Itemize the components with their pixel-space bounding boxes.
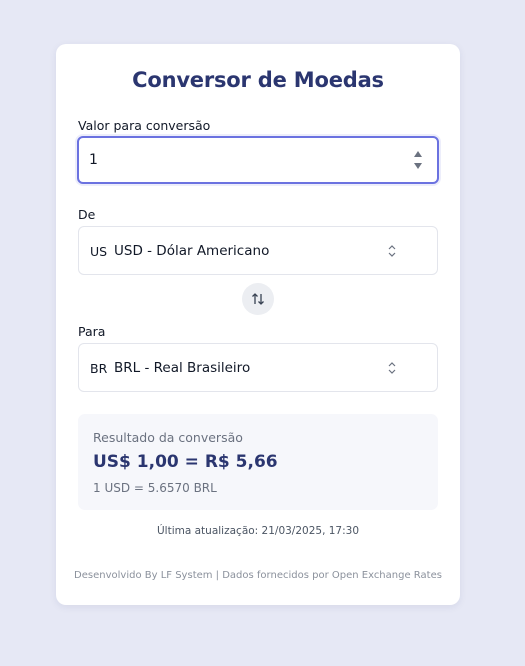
exchange-rate: 1 USD = 5.6570 BRL (93, 481, 217, 495)
to-currency-select[interactable]: BR BRL - Real Brasileiro (78, 343, 438, 392)
last-updated: Última atualização: 21/03/2025, 17:30 (156, 525, 360, 537)
number-spinner-icon[interactable] (413, 149, 425, 171)
amount-field[interactable] (77, 136, 439, 184)
to-currency-value: BRL - Real Brasileiro (114, 360, 251, 376)
page-title: Conversor de Moedas (132, 68, 384, 92)
chevron-up-down-icon (388, 245, 396, 257)
swap-currencies-button[interactable] (242, 283, 274, 315)
to-currency-flag-code: BR (90, 361, 108, 376)
spinner-down-icon[interactable] (414, 163, 422, 169)
from-label: De (78, 207, 96, 222)
spinner-up-icon[interactable] (414, 151, 422, 157)
from-currency-select[interactable]: US USD - Dólar Americano (78, 226, 438, 275)
from-currency-value: USD - Dólar Americano (114, 243, 270, 259)
amount-label: Valor para conversão (78, 118, 211, 133)
converter-card: Conversor de Moedas Valor para conversão… (56, 44, 460, 605)
from-currency-flag-code: US (90, 244, 108, 259)
chevron-up-down-icon (388, 362, 396, 374)
conversion-result-panel: Resultado da conversão US$ 1,00 = R$ 5,6… (78, 414, 438, 510)
swap-vertical-arrows-icon (252, 293, 264, 305)
to-label: Para (78, 324, 106, 339)
result-label: Resultado da conversão (93, 430, 243, 445)
result-value: US$ 1,00 = R$ 5,66 (93, 452, 278, 472)
amount-input[interactable] (89, 138, 399, 182)
footer-credits: Desenvolvido By LF System | Dados fornec… (74, 570, 442, 581)
